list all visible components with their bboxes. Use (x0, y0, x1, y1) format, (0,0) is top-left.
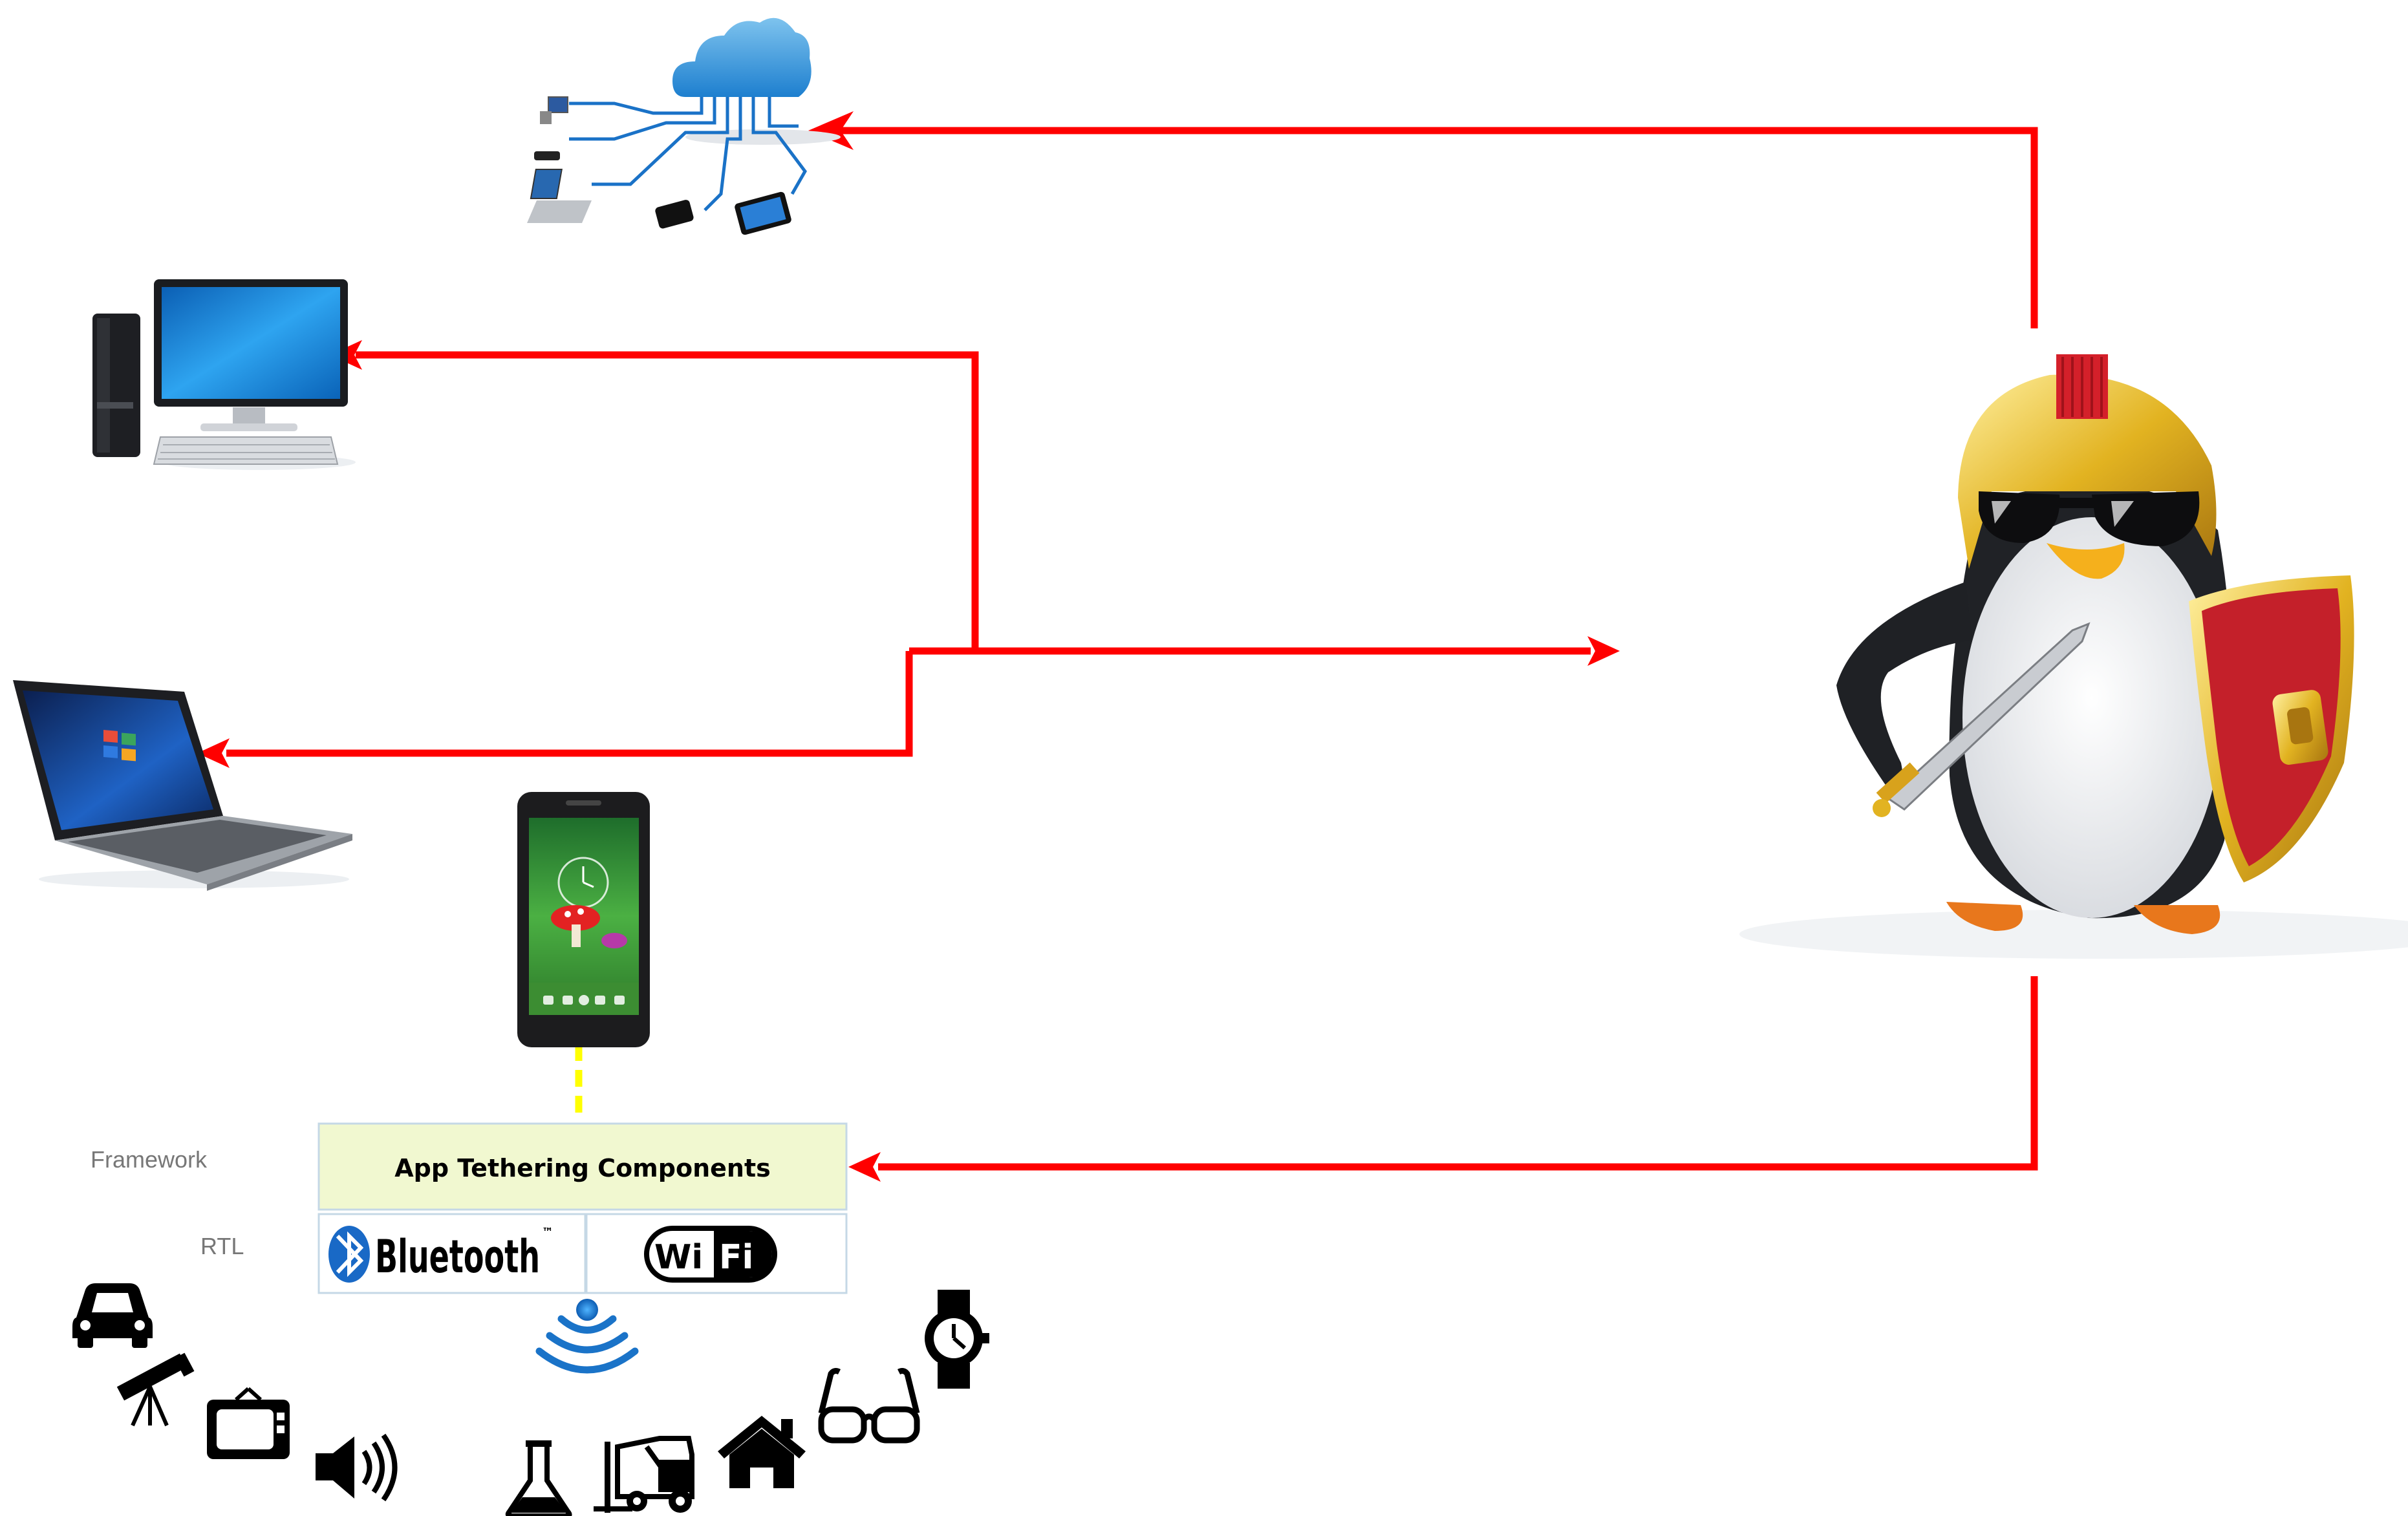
arrow-to-laptop (226, 651, 913, 757)
telescope-icon (116, 1352, 195, 1427)
helmet-plume (2056, 354, 2108, 419)
arrow-to-desktop (356, 351, 979, 651)
framework-label: Framework (91, 1146, 208, 1173)
rtl-label: RTL (200, 1233, 244, 1259)
arrow-to-cloud (841, 127, 2038, 328)
desktop-computer-icon (92, 279, 356, 470)
arrow-head-tethering (848, 1152, 881, 1182)
tv-icon (207, 1387, 290, 1459)
wireless-signal-icon (535, 1299, 639, 1374)
wifi-text-left: Wi (654, 1238, 703, 1277)
car-icon (72, 1283, 153, 1348)
bluetooth-text: Bluetooth (375, 1230, 540, 1283)
wifi-text-right: Fi (719, 1238, 753, 1277)
tethering-diagram: Framework RTL App Tethering Components B… (13, 17, 2408, 1516)
bluetooth-icon (328, 1226, 370, 1283)
arrow-to-tethering (878, 976, 2038, 1171)
house-icon (718, 1416, 806, 1488)
smartphone-icon (517, 792, 650, 1047)
tethering-components-box: App Tethering Components (317, 1122, 848, 1211)
protocol-row: Bluetooth ™ Wi Fi (317, 1213, 848, 1294)
wifi-logo-icon: Wi Fi (644, 1226, 777, 1283)
arrow-head-penguin (1587, 636, 1620, 666)
smartwatch-icon (925, 1290, 989, 1389)
penguin-gladiator-mascot (1739, 354, 2408, 959)
laptop-icon (13, 680, 352, 891)
glasses-icon (818, 1368, 920, 1444)
flask-icon (505, 1440, 572, 1516)
speaker-icon (316, 1433, 398, 1502)
bluetooth-trademark: ™ (542, 1226, 554, 1239)
tethering-box-title: App Tethering Components (394, 1154, 771, 1182)
cloud-network-icon (527, 17, 841, 235)
connection-arrows (197, 111, 2038, 1182)
forklift-icon (594, 1436, 694, 1513)
